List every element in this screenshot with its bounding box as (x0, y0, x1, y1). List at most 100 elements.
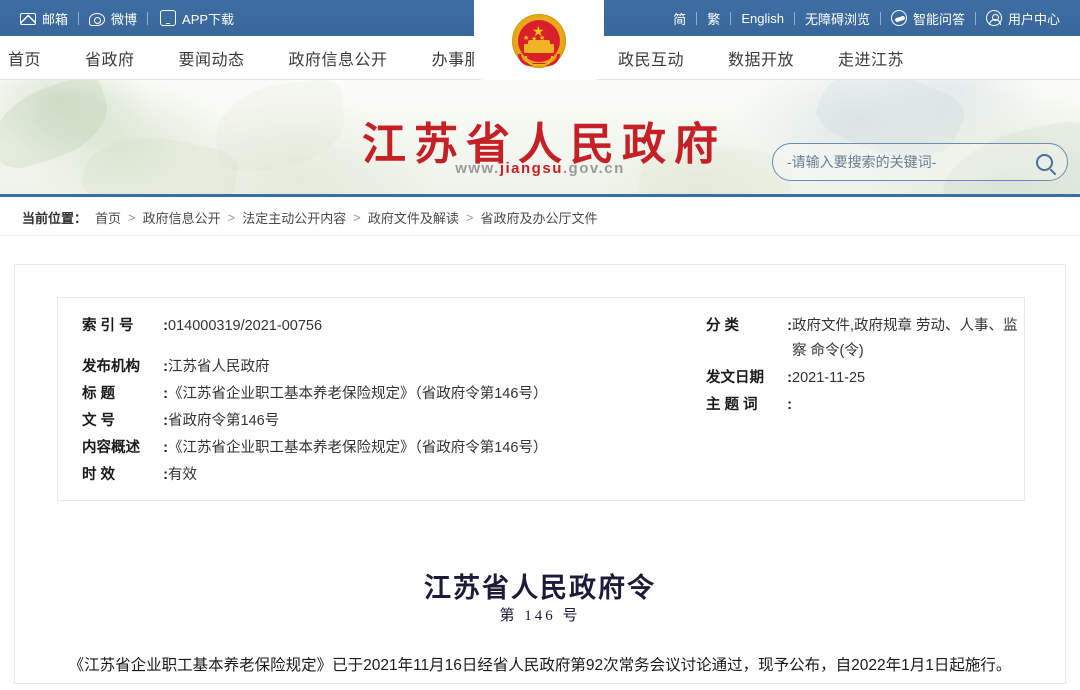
metadata-row-issuing-agency: 发布机构: 江苏省人民政府 (82, 355, 642, 380)
topbar-right-group: 简 繁 English 无障碍浏览 智能问答 用户中心 (663, 0, 1070, 36)
metadata-value-issuing-agency: 江苏省人民政府 (168, 359, 270, 375)
topbar-item-smart-qa-label: 智能问答 (912, 11, 965, 27)
metadata-value-summary: 《江苏省企业职工基本养老保险规定》（省政府令第146号） (168, 440, 548, 456)
national-emblem-icon: ★ ★ ★ ★ (508, 14, 570, 78)
metadata-value-index-number: 014000319/2021-00756 (168, 318, 323, 334)
metadata-value-title: 《江苏省企业职工基本养老保险规定》（省政府令第146号） (168, 386, 548, 402)
topbar-item-weibo[interactable]: 微博 (79, 9, 147, 28)
nav-item-about-jiangsu[interactable]: 走进江苏 (816, 46, 926, 70)
breadcrumb-separator: > (227, 210, 236, 225)
topbar-item-user-center[interactable]: 用户中心 (976, 9, 1070, 28)
metadata-row-validity: 时 效: 有效 (82, 463, 642, 488)
chat-bubble-icon (890, 10, 907, 26)
topbar-item-app-download[interactable]: APP下载 (148, 9, 244, 28)
topbar-item-simplified[interactable]: 简 (663, 9, 696, 28)
topbar-item-app-download-label: APP下载 (182, 11, 235, 27)
topbar-item-smart-qa[interactable]: 智能问答 (881, 9, 975, 28)
metadata-key-text: 发文日期 (706, 370, 764, 386)
topbar-item-mail[interactable]: 邮箱 (10, 9, 78, 28)
nav-item-home-label: 首页 (8, 51, 42, 69)
metadata-value-subject-keywords (792, 393, 1026, 418)
search-icon (1035, 153, 1053, 171)
document-metadata-box: 索 引 号: 014000319/2021-00756 发布机构: 江苏省人民政… (57, 297, 1025, 501)
topbar-item-accessibility[interactable]: 无障碍浏览 (795, 9, 880, 28)
nav-item-home[interactable]: 首页 (0, 46, 63, 70)
topbar-item-simplified-label: 简 (673, 11, 687, 27)
metadata-key-text: 内容概述 (82, 440, 140, 456)
document-number: 第 146 号 (499, 608, 581, 624)
breadcrumb: 当前位置： 首页 > 政府信息公开 > 法定主动公开内容 > 政府文件及解读 >… (0, 200, 1080, 236)
search-button[interactable] (1021, 144, 1067, 180)
breadcrumb-item-4[interactable]: 省政府及办公厅文件 (480, 208, 597, 227)
page-root: 邮箱 微博 APP下载 简 繁 English 无障碍浏览 智能问答 用户中心 … (0, 0, 1080, 690)
site-url-brand: jiangsu (499, 160, 563, 177)
nav-left-group: 首页 省政府 要闻动态 政府信息公开 办事服务 (0, 46, 520, 70)
topbar-left-group: 邮箱 微博 APP下载 (0, 9, 244, 28)
document-title: 江苏省人民政府令 (424, 573, 656, 603)
topbar-item-mail-label: 邮箱 (42, 11, 69, 27)
search-box (772, 143, 1068, 181)
user-icon (985, 10, 1002, 26)
metadata-key-text: 时 效 (82, 467, 116, 483)
breadcrumb-separator: > (128, 210, 136, 225)
metadata-row-title: 标 题: 《江苏省企业职工基本养老保险规定》（省政府令第146号） (82, 382, 642, 407)
metadata-key-text: 发布机构 (82, 359, 140, 375)
breadcrumb-item-2[interactable]: 法定主动公开内容 (242, 208, 346, 227)
metadata-value-issue-date: 2021-11-25 (792, 370, 866, 386)
site-url-prefix: www. (455, 160, 500, 177)
document-paragraph: 《江苏省企业职工基本养老保险规定》已于2021年11月16日经省人民政府第92次… (68, 657, 1012, 674)
metadata-column-left: 索 引 号: 014000319/2021-00756 发布机构: 江苏省人民政… (82, 314, 642, 490)
metadata-key-text: 主 题 词 (706, 397, 758, 413)
nav-item-gov-info-disclosure-label: 政府信息公开 (288, 51, 388, 69)
nav-item-gov-public-interaction[interactable]: 政民互动 (610, 46, 706, 70)
nav-item-provincial-government[interactable]: 省政府 (63, 46, 157, 70)
nav-item-provincial-government-label: 省政府 (85, 51, 135, 69)
nav-item-about-jiangsu-label: 走进江苏 (838, 52, 905, 69)
topbar-item-accessibility-label: 无障碍浏览 (804, 11, 870, 27)
metadata-key: 文 号: (82, 409, 168, 434)
topbar-item-traditional[interactable]: 繁 (697, 9, 730, 28)
metadata-key-text: 索 引 号 (82, 318, 134, 334)
topbar-item-weibo-label: 微博 (111, 11, 138, 27)
breadcrumb-separator: > (465, 210, 474, 225)
metadata-value-category: 政府文件,政府规章 劳动、人事、监察 命令(令) (792, 318, 1018, 359)
metadata-key: 分 类: (706, 314, 792, 364)
metadata-key-text: 标 题 (82, 386, 116, 402)
metadata-column-right: 分 类: 政府文件,政府规章 劳动、人事、监察 命令(令) 发文日期: 2021… (706, 314, 1026, 420)
metadata-row-subject-keywords: 主 题 词: (706, 393, 1026, 418)
metadata-key: 发文日期: (706, 366, 792, 391)
nav-item-open-data[interactable]: 数据开放 (706, 46, 816, 70)
metadata-key: 时 效: (82, 463, 168, 488)
metadata-key: 标 题: (82, 382, 168, 407)
site-url-suffix: .gov.cn (562, 160, 625, 177)
metadata-grid: 索 引 号: 014000319/2021-00756 发布机构: 江苏省人民政… (58, 298, 1024, 500)
search-input[interactable] (773, 144, 1021, 180)
metadata-key-text: 分 类 (706, 318, 740, 334)
nav-item-news-label: 要闻动态 (178, 51, 245, 69)
nav-item-news[interactable]: 要闻动态 (157, 46, 267, 70)
metadata-key: 主 题 词: (706, 393, 792, 418)
mail-icon (20, 13, 36, 25)
topbar-item-english[interactable]: English (731, 11, 794, 26)
metadata-key: 内容概述: (82, 436, 168, 461)
breadcrumb-item-3[interactable]: 政府文件及解读 (368, 208, 459, 227)
topbar-item-user-center-label: 用户中心 (1007, 11, 1060, 27)
emblem-container[interactable]: ★ ★ ★ ★ (474, 0, 604, 80)
metadata-row-index-number: 索 引 号: 014000319/2021-00756 (82, 314, 642, 339)
metadata-row-issue-date: 发文日期: 2021-11-25 (706, 366, 1026, 391)
topbar-item-english-label: English (741, 10, 784, 26)
nav-item-gov-public-interaction-label: 政民互动 (618, 52, 685, 69)
topbar-item-traditional-label: 繁 (707, 11, 721, 27)
breadcrumb-item-1[interactable]: 政府信息公开 (143, 208, 221, 227)
breadcrumb-item-0[interactable]: 首页 (95, 208, 121, 227)
nav-right-group: 政民互动 数据开放 走进江苏 (610, 36, 926, 80)
metadata-row-category: 分 类: 政府文件,政府规章 劳动、人事、监察 命令(令) (706, 314, 1026, 364)
breadcrumb-separator: > (353, 210, 361, 225)
nav-item-gov-info-disclosure[interactable]: 政府信息公开 (267, 46, 410, 70)
nav-item-open-data-label: 数据开放 (728, 52, 795, 69)
metadata-value-document-number: 省政府令第146号 (168, 413, 280, 429)
emblem-base (518, 54, 560, 70)
metadata-row-summary: 内容概述: 《江苏省企业职工基本养老保险规定》（省政府令第146号） (82, 436, 642, 461)
metadata-key: 索 引 号: (82, 314, 168, 339)
emblem-gate (524, 40, 554, 53)
